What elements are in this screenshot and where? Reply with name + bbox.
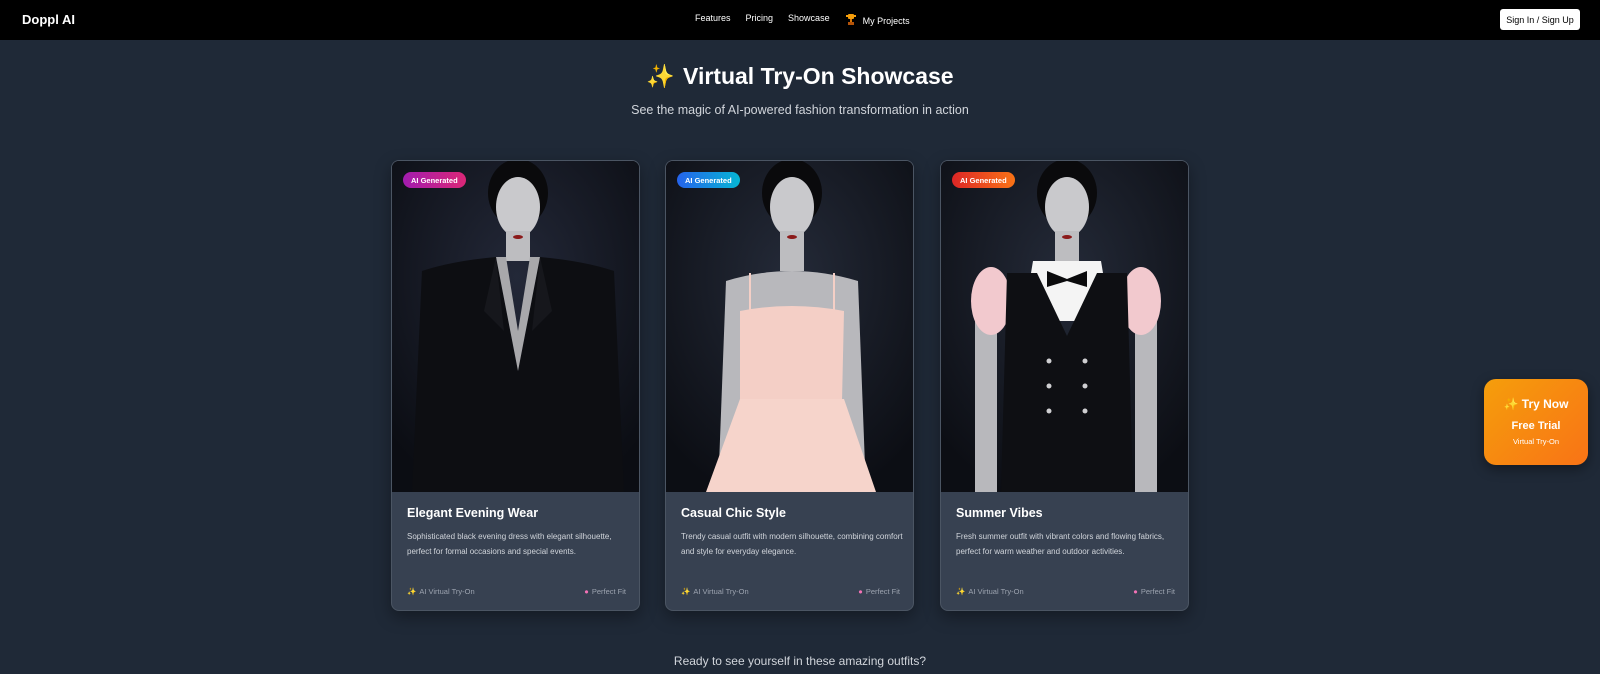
card-body: Elegant Evening Wear Sophisticated black…	[407, 506, 629, 559]
page-title: ✨ Virtual Try-On Showcase	[0, 63, 1600, 90]
sparkles-icon: ✨	[956, 587, 966, 596]
meta-ai-try-on: ✨ AI Virtual Try-On	[407, 587, 475, 596]
sparkles-icon: ✨	[646, 63, 676, 89]
card-meta: ✨ AI Virtual Try-On ● Perfect Fit	[407, 587, 626, 596]
nav-links: Features Pricing Showcase My Projects	[695, 13, 910, 26]
card-body: Summer Vibes Fresh summer outfit with vi…	[956, 506, 1178, 559]
model-illustration	[941, 161, 1188, 492]
meta-ai-try-on: ✨ AI Virtual Try-On	[681, 587, 749, 596]
meta-perfect-fit: ● Perfect Fit	[858, 587, 900, 596]
showcase-card-summer[interactable]: AI Generated Summer Vibes Fresh summer o…	[940, 160, 1189, 611]
nav-pricing[interactable]: Pricing	[746, 13, 774, 26]
try-now-label: ✨ Try Now	[1503, 397, 1569, 411]
card-title: Summer Vibes	[956, 506, 1043, 520]
nav-my-projects-label: My Projects	[862, 16, 910, 26]
card-body: Casual Chic Style Trendy casual outfit w…	[681, 506, 903, 559]
showcase-image: AI Generated	[941, 161, 1188, 492]
page-subtitle: See the magic of AI-powered fashion tran…	[631, 103, 969, 117]
virtual-try-on-label: Virtual Try-On	[1512, 437, 1560, 446]
cta-text: Ready to see yourself in these amazing o…	[673, 654, 927, 668]
card-description: Fresh summer outfit with vibrant colors …	[956, 532, 1165, 556]
meta-perfect-fit: ● Perfect Fit	[1133, 587, 1175, 596]
card-description: Sophisticated black evening dress with e…	[407, 532, 612, 556]
page-title-text: Virtual Try-On Showcase	[683, 63, 954, 89]
showcase-card-casual[interactable]: AI Generated Casual Chic Style Trendy ca…	[665, 160, 914, 611]
card-meta: ✨ AI Virtual Try-On ● Perfect Fit	[956, 587, 1175, 596]
ai-generated-badge: AI Generated	[952, 172, 1015, 188]
card-title: Casual Chic Style	[681, 506, 786, 520]
meta-perfect-fit-label: Perfect Fit	[865, 587, 900, 596]
showcase-image: AI Generated	[666, 161, 913, 492]
sparkles-icon: ✨	[407, 587, 417, 596]
meta-perfect-fit: ● Perfect Fit	[584, 587, 626, 596]
card-title: Elegant Evening Wear	[407, 506, 539, 520]
signin-button[interactable]: Sign In / Sign Up	[1500, 9, 1580, 30]
meta-ai-try-on-label: AI Virtual Try-On	[968, 587, 1024, 596]
model-illustration	[666, 161, 913, 492]
model-illustration	[392, 161, 639, 492]
try-now-floating-button[interactable]: ✨ Try Now Free Trial Virtual Try-On	[1484, 379, 1588, 465]
heart-icon: ●	[858, 587, 863, 596]
card-meta: ✨ AI Virtual Try-On ● Perfect Fit	[681, 587, 900, 596]
trophy-icon	[845, 14, 856, 25]
showcase-image: AI Generated	[392, 161, 639, 492]
meta-ai-try-on: ✨ AI Virtual Try-On	[956, 587, 1024, 596]
free-trial-label: Free Trial	[1511, 420, 1561, 432]
brand-logo[interactable]: Doppl AI	[22, 12, 75, 27]
meta-perfect-fit-label: Perfect Fit	[1140, 587, 1175, 596]
meta-perfect-fit-label: Perfect Fit	[591, 587, 626, 596]
heart-icon: ●	[1133, 587, 1138, 596]
heart-icon: ●	[584, 587, 589, 596]
nav-my-projects[interactable]: My Projects	[845, 13, 910, 26]
nav-features[interactable]: Features	[695, 13, 731, 26]
ai-generated-badge: AI Generated	[403, 172, 466, 188]
nav-showcase[interactable]: Showcase	[788, 13, 830, 26]
meta-ai-try-on-label: AI Virtual Try-On	[419, 587, 475, 596]
showcase-card-evening[interactable]: AI Generated Elegant Evening Wear Sophis…	[391, 160, 640, 611]
card-description: Trendy casual outfit with modern silhoue…	[681, 532, 903, 556]
ai-generated-badge: AI Generated	[677, 172, 740, 188]
sparkles-icon: ✨	[681, 587, 691, 596]
navbar: Doppl AI Features Pricing Showcase My Pr…	[0, 0, 1600, 40]
meta-ai-try-on-label: AI Virtual Try-On	[693, 587, 749, 596]
